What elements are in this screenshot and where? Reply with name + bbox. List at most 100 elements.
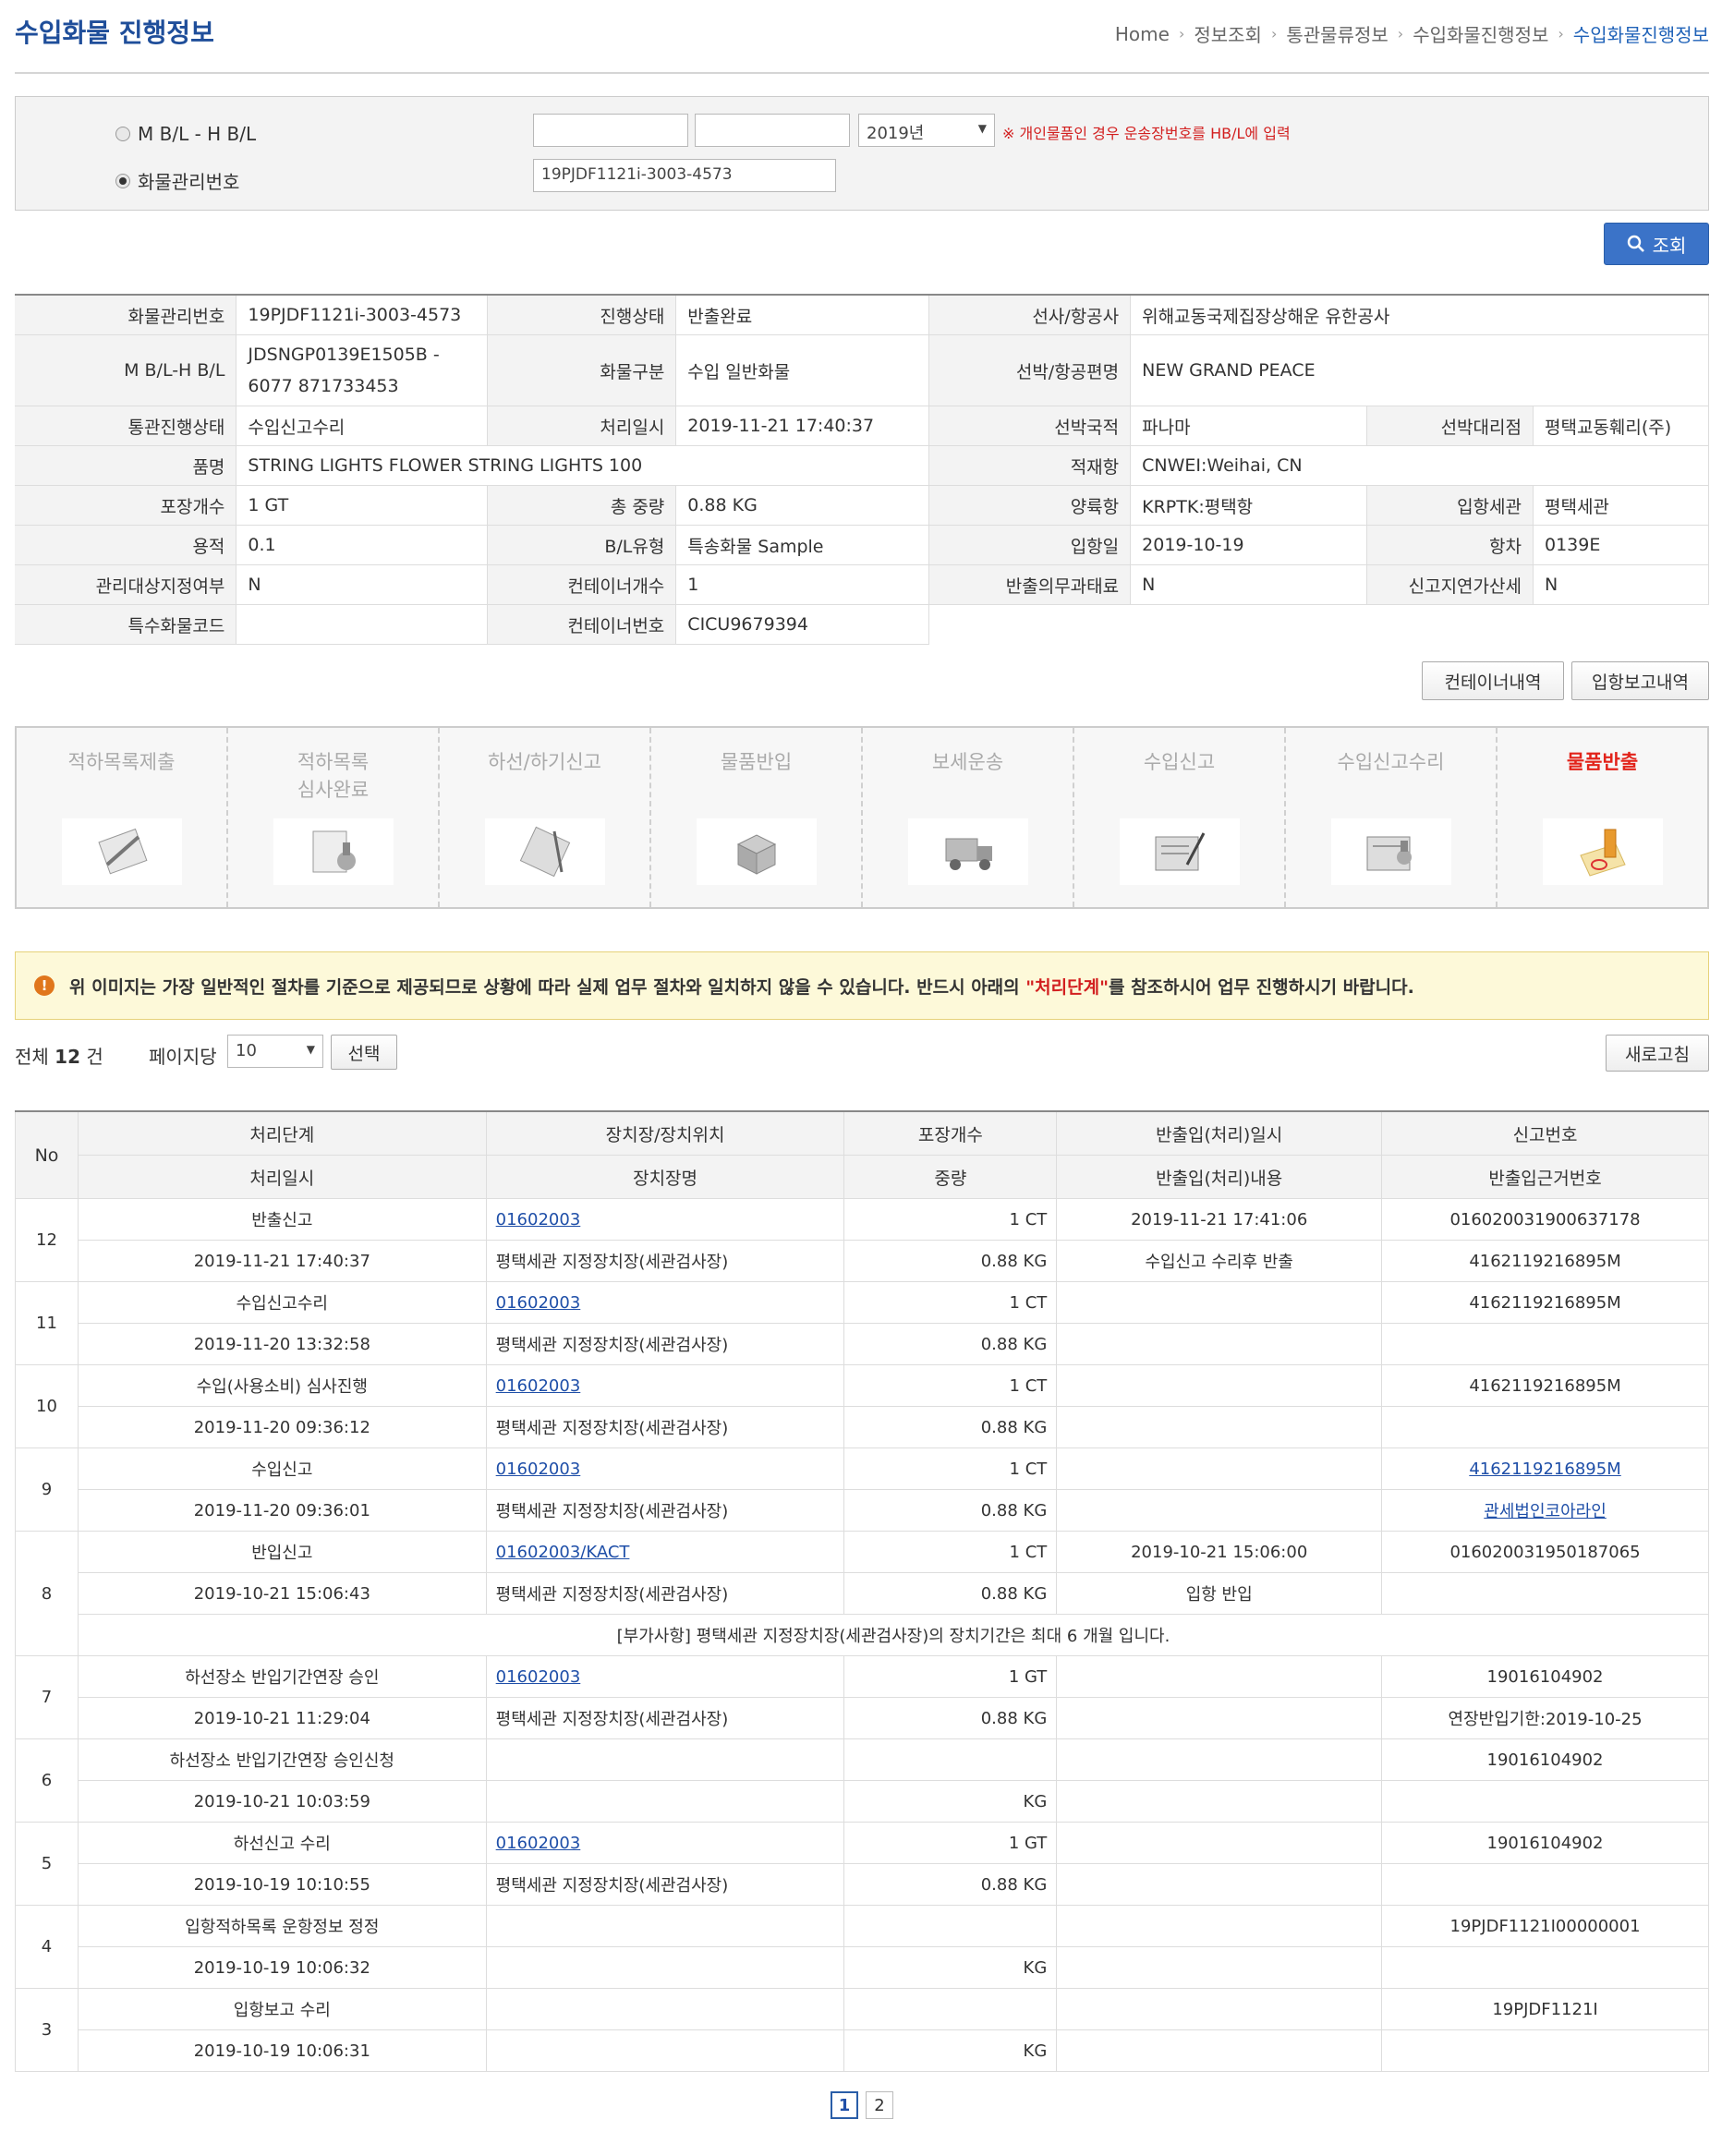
chevron-right-icon: › bbox=[1558, 25, 1564, 42]
weight-cell: 0.88 KG bbox=[843, 1572, 1058, 1615]
location-cell: 01602003 bbox=[485, 1447, 845, 1490]
location-cell: 01602003 bbox=[485, 1655, 845, 1698]
arrival-report-button[interactable]: 입항보고내역 bbox=[1571, 661, 1709, 700]
basis-cell bbox=[1381, 1863, 1709, 1906]
radio-cargo-number[interactable]: 화물관리번호 bbox=[115, 167, 239, 194]
table-row: 2019-11-20 09:36:12 평택세관 지정장치장(세관검사장) 0.88… bbox=[16, 1406, 1709, 1448]
process-steps: 적하목록제출 적하목록 심사완료 하선/하기신고 물품반입 보세운송 수입신고 … bbox=[15, 726, 1709, 909]
page-2[interactable]: 2 bbox=[866, 2091, 893, 2119]
chevron-right-icon: › bbox=[1397, 25, 1404, 42]
breadcrumb-current[interactable]: 수입화물진행정보 bbox=[1573, 20, 1709, 47]
table-row: 3 입항보고 수리 19PJDF1121I bbox=[15, 1988, 1709, 2072]
basis-number[interactable]: 관세법인코아라인 bbox=[1484, 1502, 1606, 1521]
refresh-button[interactable]: 새로고침 bbox=[1606, 1035, 1709, 1072]
location-link[interactable]: 01602003 bbox=[496, 1834, 581, 1853]
report-number: 016020031900637178 bbox=[1449, 1209, 1641, 1229]
basis-cell bbox=[1381, 1946, 1709, 1989]
basis-cell: 연장반입기한:2019-10-25 bbox=[1381, 1697, 1709, 1739]
breadcrumb-logistics[interactable]: 통관물류정보 bbox=[1286, 20, 1388, 47]
stage-cell: 하선장소 반입기간연장 승인신청 bbox=[77, 1738, 487, 1781]
io-datetime-cell bbox=[1056, 1738, 1383, 1781]
col-basis-number: 반출입근거번호 bbox=[1381, 1155, 1709, 1199]
radio-button-selected[interactable] bbox=[115, 173, 130, 188]
location-link[interactable]: 01602003 bbox=[496, 1210, 581, 1229]
stage-cell: 하선신고 수리 bbox=[77, 1822, 487, 1864]
mbl-input[interactable] bbox=[533, 114, 688, 147]
location-link[interactable]: 01602003 bbox=[496, 1667, 581, 1687]
location-link[interactable]: 01602003 bbox=[496, 1460, 581, 1479]
stage-cell: 반입신고 bbox=[77, 1531, 487, 1573]
table-row: 2019-10-19 10:10:55 평택세관 지정장치장(세관검사장) 0.88… bbox=[16, 1863, 1709, 1906]
step-label: 물품반입 bbox=[720, 751, 793, 773]
container-details-button[interactable]: 컨테이너내역 bbox=[1422, 661, 1564, 700]
datetime-cell: 2019-10-19 10:06:32 bbox=[77, 1946, 487, 1989]
report-cell: 4162119216895M bbox=[1381, 1281, 1709, 1324]
location-name-cell: 평택세관 지정장치장(세관검사장) bbox=[485, 1572, 845, 1615]
step-label: 적하목록 심사완료 bbox=[297, 751, 370, 801]
search-button[interactable]: 조회 bbox=[1604, 223, 1709, 265]
year-select[interactable]: 2019년 ▼ bbox=[858, 114, 995, 147]
location-link[interactable]: 01602003/KACT bbox=[496, 1543, 630, 1562]
cargo-number-input[interactable]: 19PJDF1121i-3003-4573 bbox=[533, 159, 836, 192]
clipboard-icon bbox=[61, 818, 182, 885]
radio-button[interactable] bbox=[115, 127, 130, 141]
info-row: 특수화물코드 컨테이너번호 CICU9679394 bbox=[15, 604, 1709, 645]
io-datetime-cell: 2019-10-21 15:06:00 bbox=[1056, 1531, 1383, 1573]
warning-icon: ! bbox=[34, 975, 55, 996]
table-row: 12 반출신고 01602003 1 CT 2019-11-21 17:41:06 016… bbox=[15, 1198, 1709, 1282]
info-row: M B/L-H B/L JDSNGP0139E1505B - 6077 87173… bbox=[15, 334, 1709, 406]
table-header-row: 처리일시 장치장명 중량 반출입(처리)내용 반출입근거번호 bbox=[16, 1155, 1709, 1199]
info-value: CICU9679394 bbox=[675, 604, 930, 645]
step-unloading-report: 하선/하기신고 bbox=[440, 728, 651, 907]
select-button[interactable]: 선택 bbox=[331, 1035, 397, 1070]
info-key: 용적 bbox=[15, 525, 237, 565]
search-note: ※ 개인물품인 경우 운송장번호를 HB/L에 입력 bbox=[1002, 125, 1291, 142]
package-cell bbox=[843, 1988, 1058, 2030]
breadcrumb-home[interactable]: Home bbox=[1115, 23, 1170, 45]
info-value: NEW GRAND PEACE bbox=[1130, 334, 1709, 406]
per-page-label: 페이지당 bbox=[149, 1046, 217, 1068]
info-key: 반출의무과태료 bbox=[928, 564, 1132, 605]
stage-cell: 반출신고 bbox=[77, 1198, 487, 1241]
package-cell: 1 CT bbox=[843, 1364, 1058, 1407]
info-value: KRPTK:평택항 bbox=[1130, 485, 1368, 526]
location-link[interactable]: 01602003 bbox=[496, 1376, 581, 1396]
page-1[interactable]: 1 bbox=[831, 2091, 858, 2119]
io-desc-cell: 수입신고 수리후 반출 bbox=[1056, 1240, 1383, 1282]
per-page-select[interactable]: 10 ▼ bbox=[227, 1035, 323, 1068]
row-number: 4 bbox=[15, 1905, 79, 1989]
info-value: CNWEI:Weihai, CN bbox=[1130, 445, 1709, 486]
info-row: 관리대상지정여부 N 컨테이너개수 1 반출의무과태료 N 신고지연가산세 N bbox=[15, 564, 1710, 605]
info-key: 선박대리점 bbox=[1366, 406, 1534, 446]
io-desc-cell bbox=[1056, 1946, 1383, 1989]
step-goods-carry-out: 물품반출 bbox=[1498, 728, 1707, 907]
step-import-accepted: 수입신고수리 bbox=[1286, 728, 1498, 907]
breadcrumb-import-progress[interactable]: 수입화물진행정보 bbox=[1413, 20, 1548, 47]
row-number: 12 bbox=[15, 1198, 79, 1282]
seal-stamp-icon bbox=[1542, 818, 1663, 885]
weight-cell: 0.88 KG bbox=[843, 1863, 1058, 1906]
step-manifest-submit: 적하목록제출 bbox=[17, 728, 228, 907]
report-number[interactable]: 4162119216895M bbox=[1469, 1460, 1620, 1479]
io-datetime-cell bbox=[1056, 1281, 1383, 1324]
radio-mbl-label: M B/L - H B/L bbox=[138, 123, 257, 145]
hbl-input[interactable] bbox=[695, 114, 850, 147]
row-number: 9 bbox=[15, 1447, 79, 1532]
radio-mbl-hbl[interactable]: M B/L - H B/L bbox=[115, 123, 256, 145]
total-unit: 건 bbox=[86, 1046, 103, 1068]
report-cell: 016020031900637178 bbox=[1381, 1198, 1709, 1241]
breadcrumb-info[interactable]: 정보조회 bbox=[1194, 20, 1262, 47]
info-value: 1 GT bbox=[236, 485, 489, 526]
cargo-info-table: 화물관리번호 19PJDF1121i-3003-4573 진행상태 반출완료 선사/… bbox=[15, 294, 1710, 645]
location-link[interactable]: 01602003 bbox=[496, 1293, 581, 1313]
info-value: STRING LIGHTS FLOWER STRING LIGHTS 100 bbox=[236, 445, 930, 486]
info-key: 컨테이너번호 bbox=[487, 604, 677, 645]
extra-note: [부가사항] 평택세관 지정장치장(세관검사장)의 장치기간은 최대 6 개월 … bbox=[77, 1614, 1710, 1656]
info-key: 품명 bbox=[15, 445, 237, 486]
datetime-cell: 2019-10-19 10:06:31 bbox=[77, 2029, 487, 2072]
basis-cell bbox=[1381, 1780, 1709, 1823]
report-cell: 19016104902 bbox=[1381, 1655, 1709, 1698]
row-number: 3 bbox=[15, 1988, 79, 2072]
location-name-cell bbox=[485, 1780, 845, 1823]
info-value: 위해교동국제집장상해운 유한공사 bbox=[1130, 294, 1709, 335]
